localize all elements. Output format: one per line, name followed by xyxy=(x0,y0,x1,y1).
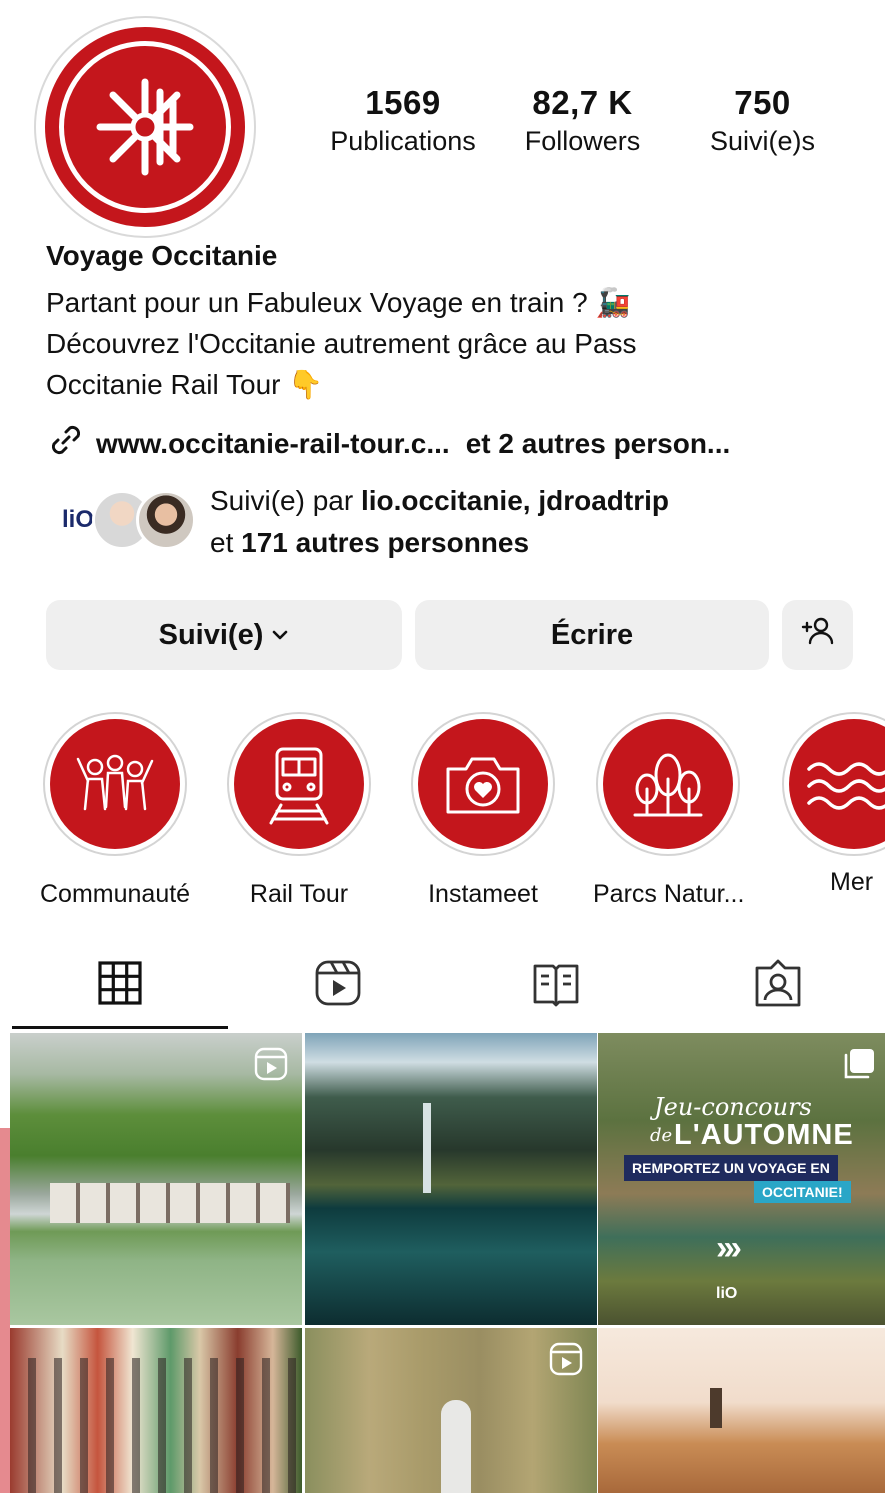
waterfall xyxy=(423,1103,431,1193)
highlight-label: Mer xyxy=(830,868,874,896)
bio-line: Découvrez l'Occitanie autrement grâce au… xyxy=(46,328,637,359)
profile-name: Voyage Occitanie xyxy=(46,240,278,271)
contest-banner: REMPORTEZ UN VOYAGE EN xyxy=(624,1155,838,1181)
tab-guides[interactable] xyxy=(526,955,586,1015)
highlight-instameet[interactable]: Instameet xyxy=(408,712,558,909)
post-thumbnail[interactable] xyxy=(598,1328,885,1493)
stat-following[interactable]: 750 Suivi(e)s xyxy=(685,84,840,157)
train-icon xyxy=(234,719,364,849)
bio-line: Partant pour un Fabuleux Voyage en train… xyxy=(46,287,631,318)
occitanie-logo-icon xyxy=(59,41,231,213)
camera-heart-icon xyxy=(418,719,548,849)
tab-reels[interactable] xyxy=(308,955,368,1015)
lighthouse xyxy=(710,1388,722,1428)
tab-tagged[interactable] xyxy=(748,955,808,1015)
arrows-icon: ››› xyxy=(716,1229,742,1267)
stat-value: 750 xyxy=(734,84,791,121)
lio-watermark: liO xyxy=(716,1285,738,1302)
house-windows xyxy=(10,1358,302,1493)
avatar xyxy=(136,490,196,550)
post-thumbnail[interactable] xyxy=(10,1328,302,1493)
highlight-communaute[interactable]: Communauté xyxy=(40,712,190,909)
profile-links[interactable]: www.occitanie-rail-tour.c... et 2 autres… xyxy=(46,420,730,467)
message-button[interactable]: Écrire xyxy=(415,600,769,670)
add-person-icon xyxy=(800,613,836,657)
stat-label: Publications xyxy=(330,126,476,156)
contest-de: de xyxy=(650,1125,673,1146)
followed-by-text: Suivi(e) par lio.occitanie, jdroadtrip e… xyxy=(210,480,669,564)
highlight-parcs[interactable]: Parcs Natur... xyxy=(593,712,745,909)
carousel-icon xyxy=(842,1047,876,1086)
bio-line: Occitanie Rail Tour 👇 xyxy=(46,369,324,400)
highlight-label: Communauté xyxy=(40,880,191,908)
side-accent xyxy=(0,1128,10,1493)
message-label: Écrire xyxy=(550,618,634,651)
tagged-icon xyxy=(753,958,803,1013)
contest-banner-2: OCCITANIE! xyxy=(754,1181,851,1203)
trees-icon xyxy=(603,719,733,849)
followed-prefix: Suivi(e) par xyxy=(210,485,354,516)
profile-avatar[interactable] xyxy=(34,16,256,238)
reel-icon xyxy=(549,1342,583,1381)
followed-by[interactable]: liO Suivi(e) par lio.occitanie, jdroadtr… xyxy=(48,480,808,560)
stat-label: Suivi(e)s xyxy=(709,126,816,156)
highlight-label: Rail Tour xyxy=(249,880,349,908)
community-icon xyxy=(50,719,180,849)
followed-and: et xyxy=(210,527,234,558)
contest-title-script: Jeu-concours xyxy=(654,1093,812,1121)
post-thumbnail[interactable] xyxy=(10,1033,302,1325)
highlight-label: Parcs Natur... xyxy=(593,880,745,908)
stat-label: Followers xyxy=(524,126,641,156)
profile-link-more[interactable]: et 2 autres person... xyxy=(466,428,731,460)
boat xyxy=(441,1400,471,1493)
tab-posts-grid[interactable] xyxy=(90,955,150,1015)
following-button[interactable]: Suivi(e) xyxy=(46,600,402,670)
following-label: Suivi(e) xyxy=(158,618,264,651)
lio-logo: liO xyxy=(61,506,94,533)
highlight-rail-tour[interactable]: Rail Tour xyxy=(224,712,374,909)
suggest-user-button[interactable] xyxy=(782,600,853,670)
waves-icon xyxy=(789,719,885,849)
highlight-mer[interactable]: Mer xyxy=(778,712,885,912)
reel-icon xyxy=(254,1047,288,1086)
stat-value: 1569 xyxy=(365,84,441,121)
post-thumbnail[interactable]: Jeu-concours de L'AUTOMNE REMPORTEZ UN V… xyxy=(598,1033,885,1325)
active-tab-indicator xyxy=(12,1026,228,1029)
post-thumbnail[interactable] xyxy=(305,1033,597,1325)
highlight-label: Instameet xyxy=(428,880,538,908)
contest-title: L'AUTOMNE xyxy=(674,1119,854,1151)
stat-publications[interactable]: 1569 Publications xyxy=(318,84,488,157)
reels-icon xyxy=(313,958,363,1013)
followed-names[interactable]: lio.occitanie, jdroadtrip xyxy=(361,485,669,516)
post-thumbnail[interactable] xyxy=(305,1328,597,1493)
grid-icon xyxy=(97,960,143,1011)
followed-others[interactable]: 171 autres personnes xyxy=(241,527,529,558)
stat-followers[interactable]: 82,7 K Followers xyxy=(500,84,665,157)
chevron-down-icon xyxy=(271,628,289,642)
village-houses xyxy=(50,1183,290,1223)
stat-value: 82,7 K xyxy=(532,84,633,121)
link-icon xyxy=(46,420,86,467)
guides-icon xyxy=(531,958,581,1013)
profile-link[interactable]: www.occitanie-rail-tour.c... xyxy=(96,428,450,460)
